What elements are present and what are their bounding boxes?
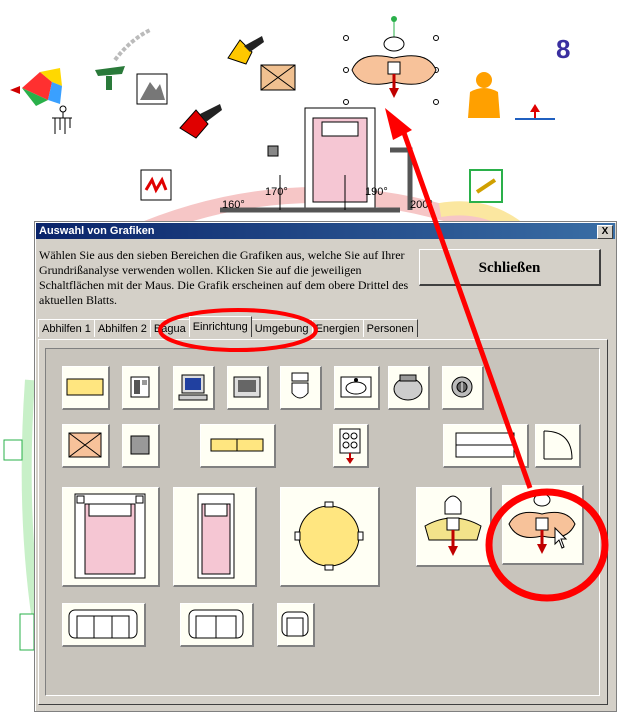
annotation-arrow xyxy=(400,129,533,489)
arrow-head-icon xyxy=(385,108,412,140)
tab-einrichtung[interactable]: Einrichtung xyxy=(188,316,252,337)
button-highlight-circle xyxy=(485,488,609,602)
annotation-overlay xyxy=(158,108,609,602)
